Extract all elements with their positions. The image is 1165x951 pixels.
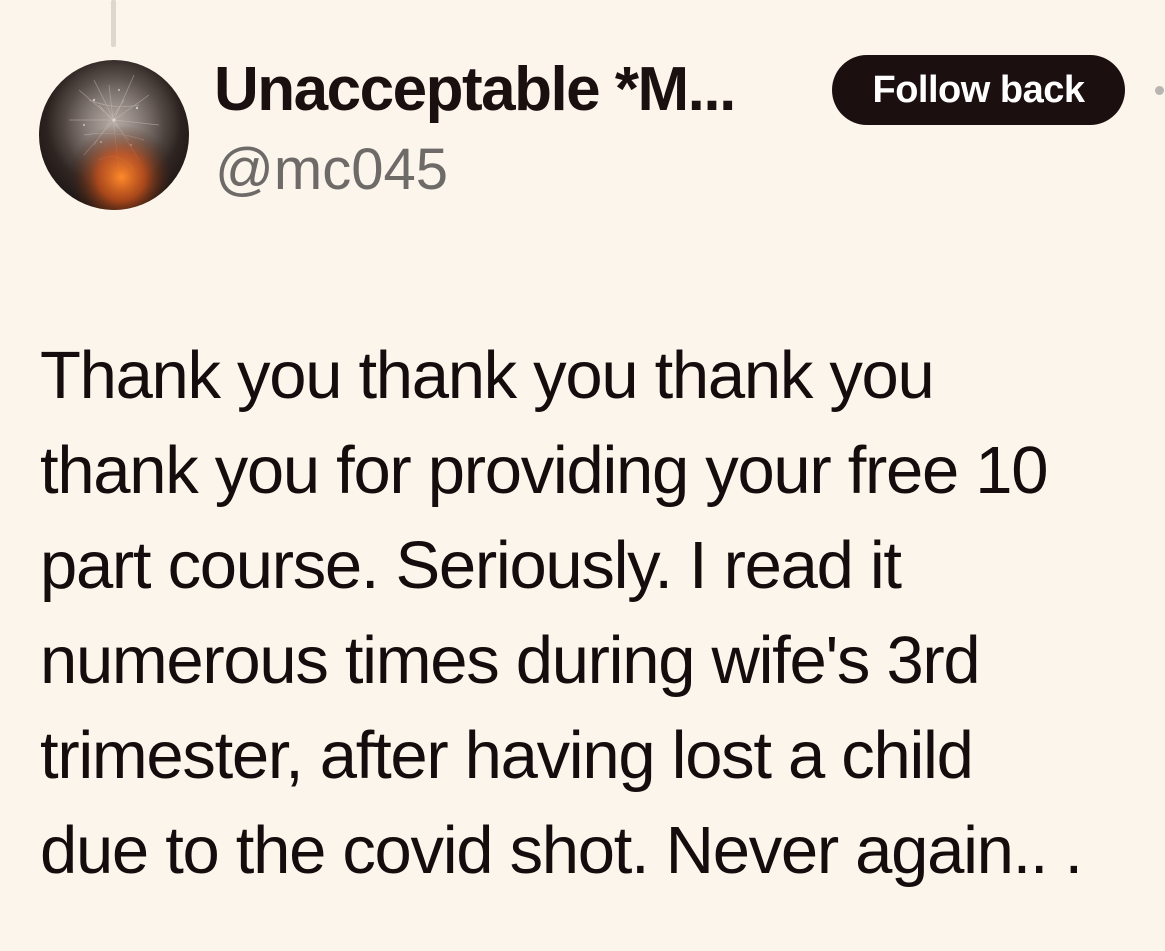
author-display-name[interactable]: Unacceptable *M...	[214, 54, 736, 126]
avatar-image-icon	[39, 60, 189, 210]
follow-back-button[interactable]: Follow back	[832, 55, 1125, 125]
author-handle[interactable]: @mc045	[215, 136, 448, 204]
thread-connector-line	[111, 0, 116, 47]
avatar[interactable]	[39, 60, 189, 210]
post-text: Thank you thank you thank you thank you …	[40, 338, 1083, 888]
more-options-icon[interactable]	[1155, 86, 1164, 95]
